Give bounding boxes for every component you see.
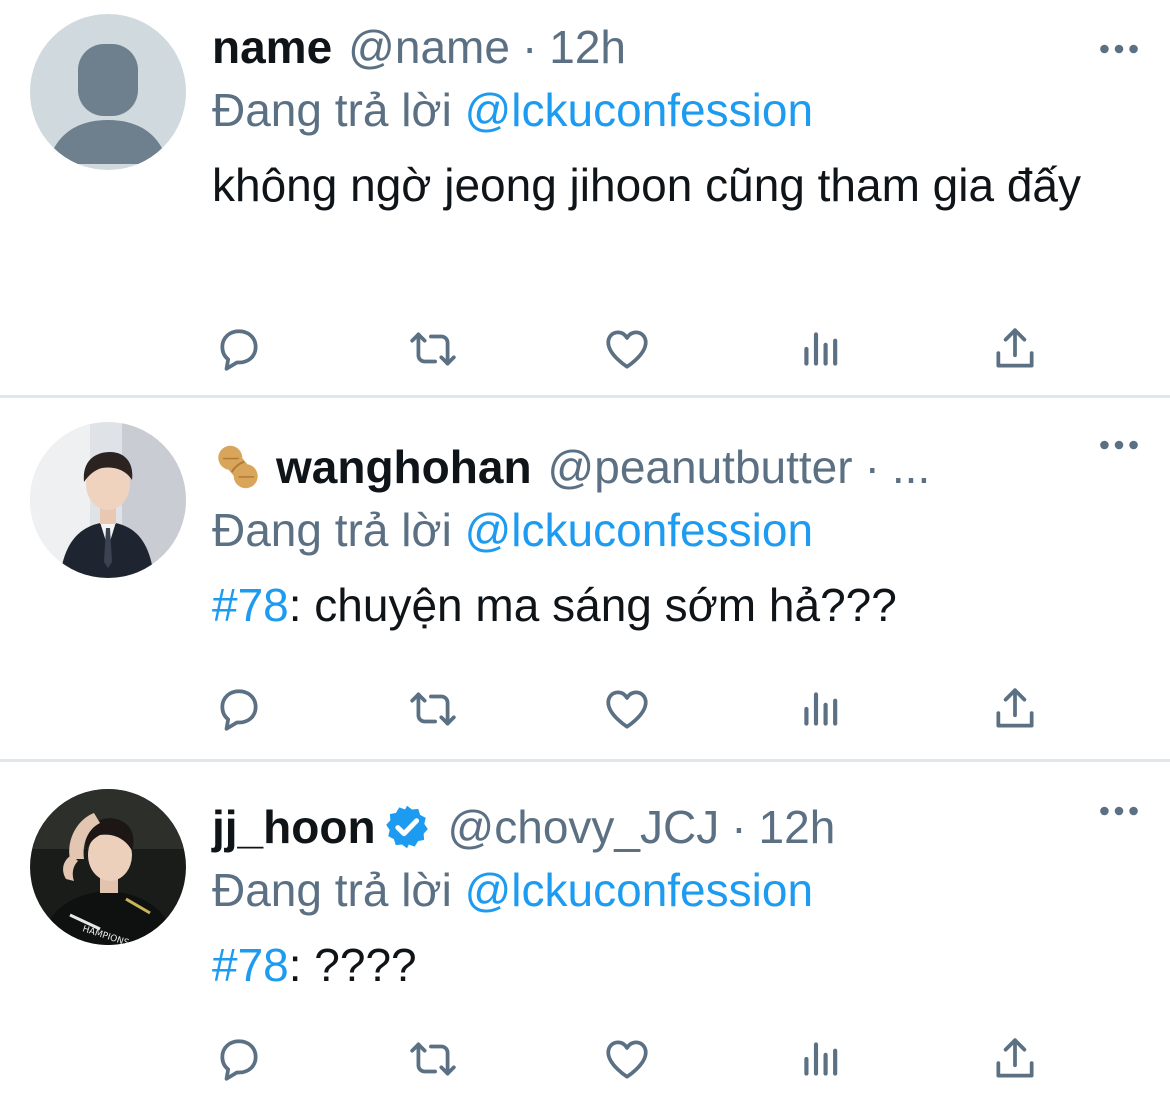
photo-man-in-suit (30, 422, 186, 578)
reply-mention[interactable]: @lckuconfession (465, 864, 813, 916)
hashtag-link[interactable]: #78 (212, 939, 289, 991)
like-icon[interactable] (600, 322, 654, 376)
reply-icon[interactable] (212, 1032, 266, 1086)
retweet-icon[interactable] (406, 322, 460, 376)
default-profile-icon (30, 14, 186, 170)
more-options-icon[interactable] (1096, 788, 1142, 834)
reply-icon[interactable] (212, 322, 266, 376)
more-options-icon[interactable] (1096, 26, 1142, 72)
reply-prefix: Đang trả lời (212, 504, 452, 556)
tweet-actions (212, 682, 1042, 736)
reply-icon[interactable] (212, 682, 266, 736)
tweet-actions (212, 1032, 1042, 1086)
avatar[interactable] (30, 422, 186, 578)
tweet-header: wanghohan @peanutbutter · ... (212, 438, 1130, 496)
analytics-icon[interactable] (794, 682, 848, 736)
verified-badge-icon (382, 802, 432, 852)
user-handle[interactable]: @name (348, 18, 510, 76)
photo-player-in-jersey: HAMPIONS (30, 789, 186, 945)
reply-context: Đang trả lời @lckuconfession (212, 498, 1130, 562)
share-icon[interactable] (988, 682, 1042, 736)
tweet-header: name @name · 12h (212, 18, 1130, 76)
separator-dot: · (521, 21, 538, 73)
tweet-text: #78: chuyện ma sáng sớm hả??? (212, 574, 1130, 636)
tweet[interactable]: name @name · 12h Đang trả lời @lckuconfe… (0, 0, 1170, 398)
display-name[interactable]: wanghohan (276, 438, 532, 496)
reply-mention[interactable]: @lckuconfession (465, 504, 813, 556)
more-options-icon[interactable] (1096, 422, 1142, 468)
reply-prefix: Đang trả lời (212, 864, 452, 916)
tweet-header: jj_hoon @chovy_JCJ · 12h (212, 798, 1130, 856)
tweet-content: wanghohan @peanutbutter · ... Đang trả l… (212, 438, 1130, 636)
retweet-icon[interactable] (406, 682, 460, 736)
user-handle[interactable]: @peanutbutter (548, 438, 853, 496)
share-icon[interactable] (988, 1032, 1042, 1086)
retweet-icon[interactable] (406, 1032, 460, 1086)
share-icon[interactable] (988, 322, 1042, 376)
avatar[interactable]: HAMPIONS (30, 789, 186, 945)
separator-dot: · (864, 441, 880, 493)
user-handle[interactable]: @chovy_JCJ (448, 798, 720, 856)
tweet[interactable]: wanghohan @peanutbutter · ... Đang trả l… (0, 398, 1170, 762)
avatar[interactable] (30, 14, 186, 170)
timestamp[interactable]: 12h (759, 798, 836, 856)
tweet-text: #78: ???? (212, 934, 1130, 996)
display-name[interactable]: jj_hoon (212, 798, 376, 856)
reply-mention[interactable]: @lckuconfession (465, 84, 813, 136)
tweet-text-body: : ???? (288, 939, 417, 991)
tweet-actions (212, 322, 1042, 376)
timestamp[interactable]: ... (892, 438, 930, 496)
tweet-text-body: : chuyện ma sáng sớm hả??? (288, 579, 897, 631)
timestamp[interactable]: 12h (549, 18, 626, 76)
tweet[interactable]: HAMPIONS jj_hoon @chovy_JCJ · 12h Đang t… (0, 762, 1170, 1111)
peanut-emoji (212, 441, 264, 493)
like-icon[interactable] (600, 682, 654, 736)
reply-prefix: Đang trả lời (212, 84, 452, 136)
reply-context: Đang trả lời @lckuconfession (212, 78, 1130, 142)
analytics-icon[interactable] (794, 322, 848, 376)
reply-context: Đang trả lời @lckuconfession (212, 858, 1130, 922)
analytics-icon[interactable] (794, 1032, 848, 1086)
tweet-content: name @name · 12h Đang trả lời @lckuconfe… (212, 18, 1130, 216)
like-icon[interactable] (600, 1032, 654, 1086)
tweet-text: không ngờ jeong jihoon cũng tham gia đấy (212, 159, 1082, 211)
hashtag-link[interactable]: #78 (212, 579, 289, 631)
display-name[interactable]: name (212, 18, 332, 76)
separator-dot: · (731, 801, 747, 853)
tweet-content: jj_hoon @chovy_JCJ · 12h Đang trả lời @l… (212, 798, 1130, 996)
